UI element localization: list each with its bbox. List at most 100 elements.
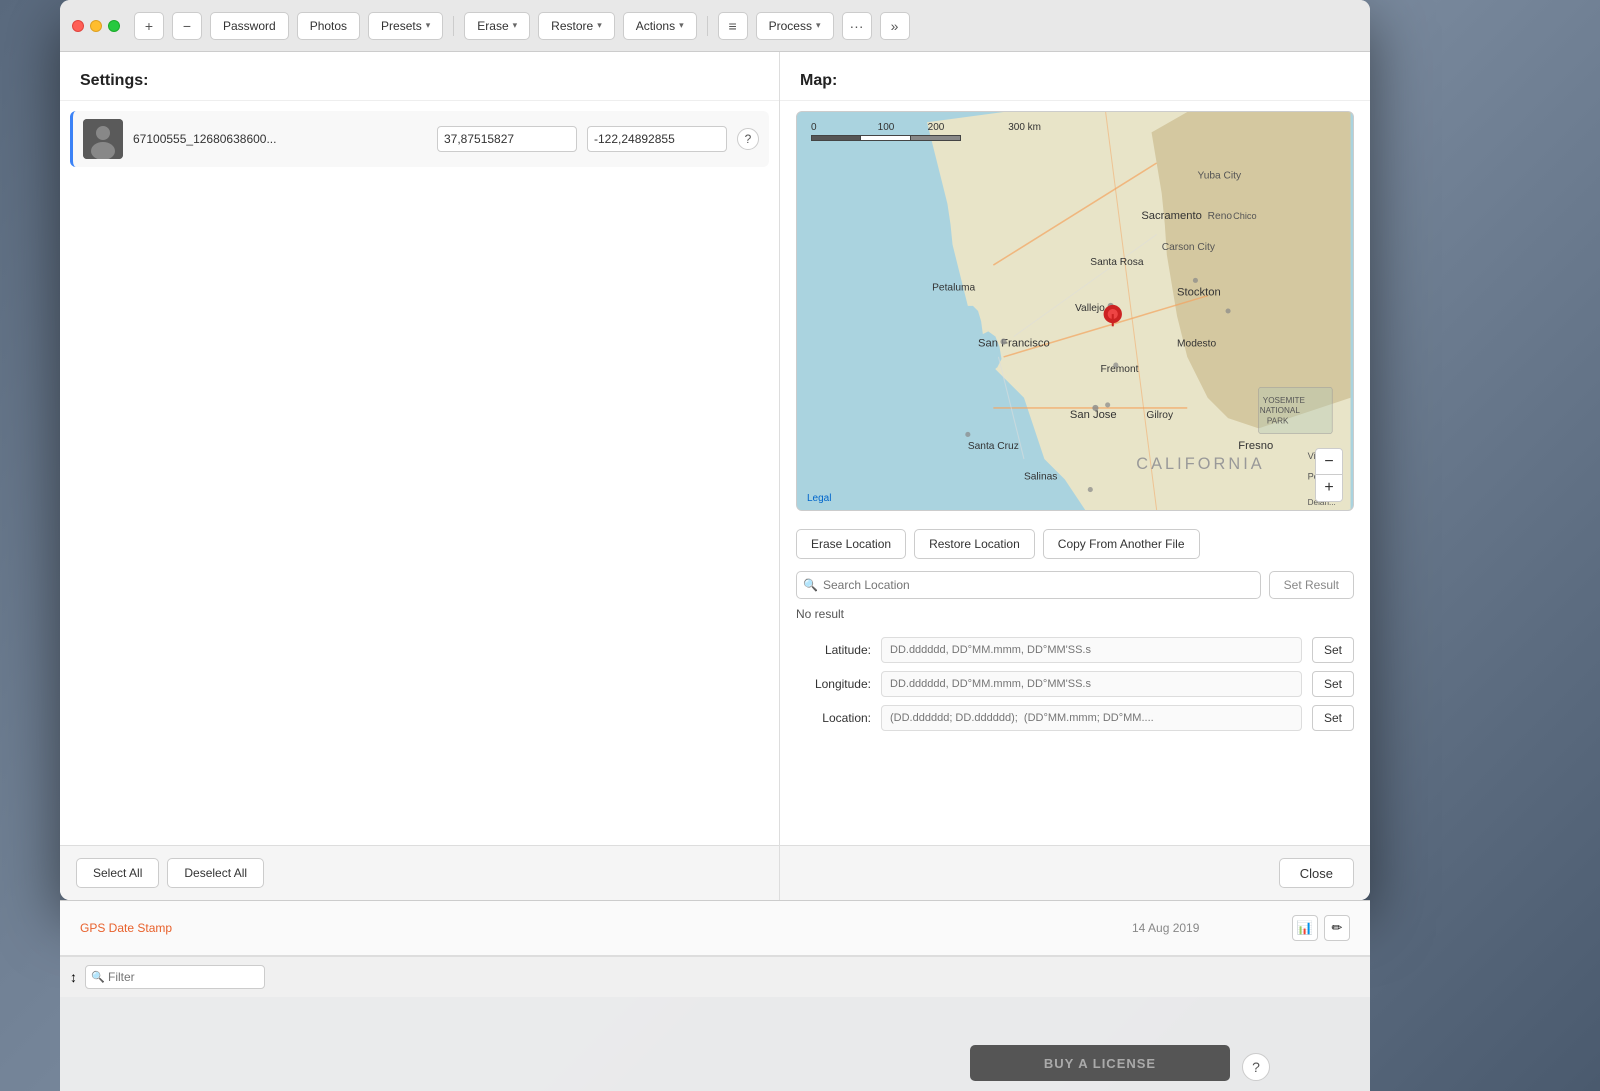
location-label: Location:: [796, 711, 871, 725]
latitude-label: Latitude:: [796, 643, 871, 657]
longitude-row: Longitude: Set: [796, 671, 1354, 697]
separator-2: [707, 16, 708, 36]
restore-location-button[interactable]: Restore Location: [914, 529, 1035, 559]
edit-icon-button[interactable]: ✏: [1324, 915, 1350, 941]
zoom-out-button[interactable]: −: [1316, 449, 1342, 475]
location-row: Location: Set: [796, 705, 1354, 731]
fullscreen-window-button[interactable]: [108, 20, 120, 32]
search-input-wrap: 🔍: [796, 571, 1261, 599]
more-button[interactable]: ···: [842, 12, 872, 40]
sort-icon[interactable]: ↕: [70, 969, 77, 985]
erase-location-button[interactable]: Erase Location: [796, 529, 906, 559]
longitude-field[interactable]: [587, 126, 727, 152]
actions-chevron-icon: ▾: [679, 20, 684, 31]
svg-text:Sacramento: Sacramento: [1141, 210, 1202, 222]
svg-text:CALIFORNIA: CALIFORNIA: [1136, 455, 1265, 473]
right-bottom-bar: Close: [780, 845, 1370, 900]
traffic-lights: [72, 20, 120, 32]
bottom-help-button[interactable]: ?: [1242, 1053, 1270, 1081]
svg-text:Salinas: Salinas: [1024, 471, 1057, 482]
actions-button[interactable]: Actions ▾: [623, 12, 697, 40]
table-row[interactable]: GPS Date Stamp 14 Aug 2019 📊 ✏: [60, 901, 1370, 956]
expand-button[interactable]: »: [880, 12, 910, 40]
search-location-input[interactable]: [796, 571, 1261, 599]
photo-list-item[interactable]: 67100555_12680638600... ?: [70, 111, 769, 167]
erase-button[interactable]: Erase ▾: [464, 12, 530, 40]
add-button[interactable]: +: [134, 12, 164, 40]
settings-panel: Settings: 67100555_12680638600...: [60, 52, 780, 900]
svg-text:San Francisco: San Francisco: [978, 338, 1050, 350]
svg-text:Yuba City: Yuba City: [1197, 170, 1242, 181]
titlebar: + − Password Photos Presets ▾ Erase ▾ Re…: [60, 0, 1370, 52]
svg-text:NATIONAL: NATIONAL: [1260, 406, 1301, 415]
latitude-field[interactable]: [437, 126, 577, 152]
location-set-button[interactable]: Set: [1312, 705, 1354, 731]
legal-link[interactable]: Legal: [807, 493, 831, 504]
presets-chevron-icon: ▾: [426, 20, 431, 31]
svg-text:San Jose: San Jose: [1070, 409, 1117, 421]
photo-list: 67100555_12680638600... ?: [60, 101, 779, 845]
svg-text:Vallejo: Vallejo: [1075, 303, 1105, 314]
filter-input[interactable]: [85, 965, 265, 989]
list-view-button[interactable]: ≡: [718, 12, 748, 40]
svg-text:YOSEMITE: YOSEMITE: [1263, 396, 1306, 405]
photos-button[interactable]: Photos: [297, 12, 360, 40]
scale-seg-3: [911, 135, 961, 141]
help-button[interactable]: ?: [737, 128, 759, 150]
photo-thumbnail: [83, 119, 123, 159]
presets-button[interactable]: Presets ▾: [368, 12, 443, 40]
map-container[interactable]: Sacramento Stockton Santa Rosa Petaluma …: [796, 111, 1354, 511]
left-bottom-bar: Select All Deselect All: [60, 845, 779, 900]
svg-text:Stockton: Stockton: [1177, 287, 1221, 299]
erase-chevron-icon: ▾: [513, 20, 518, 31]
svg-text:Santa Cruz: Santa Cruz: [968, 441, 1019, 452]
select-all-button[interactable]: Select All: [76, 858, 159, 888]
scale-label-300: 300 km: [961, 122, 1041, 133]
password-button[interactable]: Password: [210, 12, 289, 40]
scale-seg-2: [861, 135, 911, 141]
svg-text:Chico: Chico: [1233, 211, 1256, 221]
coordinate-section: Latitude: Set Longitude: Set Location: S…: [780, 629, 1370, 739]
svg-text:Petaluma: Petaluma: [932, 283, 975, 294]
settings-header: Settings:: [60, 52, 779, 101]
chart-icon-button[interactable]: 📊: [1292, 915, 1318, 941]
process-button[interactable]: Process ▾: [756, 12, 834, 40]
buy-license-button[interactable]: BUY A LICENSE: [970, 1045, 1230, 1081]
restore-button[interactable]: Restore ▾: [538, 12, 615, 40]
copy-from-another-file-button[interactable]: Copy From Another File: [1043, 529, 1200, 559]
map-header: Map:: [780, 52, 1370, 101]
longitude-input[interactable]: [881, 671, 1302, 697]
scale-label-100: 100: [861, 122, 911, 133]
map-action-buttons: Erase Location Restore Location Copy Fro…: [780, 521, 1370, 567]
svg-text:PARK: PARK: [1267, 416, 1289, 425]
minimize-window-button[interactable]: [90, 20, 102, 32]
svg-text:Fresno: Fresno: [1238, 440, 1273, 452]
separator-1: [453, 16, 454, 36]
close-window-button[interactable]: [72, 20, 84, 32]
latitude-input[interactable]: [881, 637, 1302, 663]
close-button[interactable]: Close: [1279, 858, 1354, 888]
deselect-all-button[interactable]: Deselect All: [167, 858, 264, 888]
zoom-in-button[interactable]: +: [1316, 475, 1342, 501]
map-scale: 0 100 200 300 km: [811, 122, 1041, 141]
longitude-label: Longitude:: [796, 677, 871, 691]
svg-text:Fremont: Fremont: [1101, 364, 1139, 375]
date-text: 14 Aug 2019: [1132, 921, 1292, 935]
gps-stamp-text: GPS Date Stamp: [70, 921, 1132, 935]
scale-seg-1: [811, 135, 861, 141]
svg-text:Carson City: Carson City: [1162, 242, 1216, 253]
search-icon: 🔍: [803, 578, 818, 592]
content-area: Settings: 67100555_12680638600...: [60, 52, 1370, 900]
remove-button[interactable]: −: [172, 12, 202, 40]
latitude-row: Latitude: Set: [796, 637, 1354, 663]
map-svg: Sacramento Stockton Santa Rosa Petaluma …: [797, 112, 1353, 510]
filter-search-icon: 🔍: [91, 971, 105, 984]
longitude-set-button[interactable]: Set: [1312, 671, 1354, 697]
below-window-area: GPS Date Stamp 14 Aug 2019 📊 ✏ ↕ 🔍 BUY A…: [60, 900, 1370, 1091]
svg-text:Modesto: Modesto: [1177, 339, 1216, 350]
location-input[interactable]: [881, 705, 1302, 731]
latitude-set-button[interactable]: Set: [1312, 637, 1354, 663]
set-result-button[interactable]: Set Result: [1269, 571, 1354, 599]
main-window: + − Password Photos Presets ▾ Erase ▾ Re…: [60, 0, 1370, 900]
svg-text:Santa Rosa: Santa Rosa: [1090, 257, 1144, 268]
